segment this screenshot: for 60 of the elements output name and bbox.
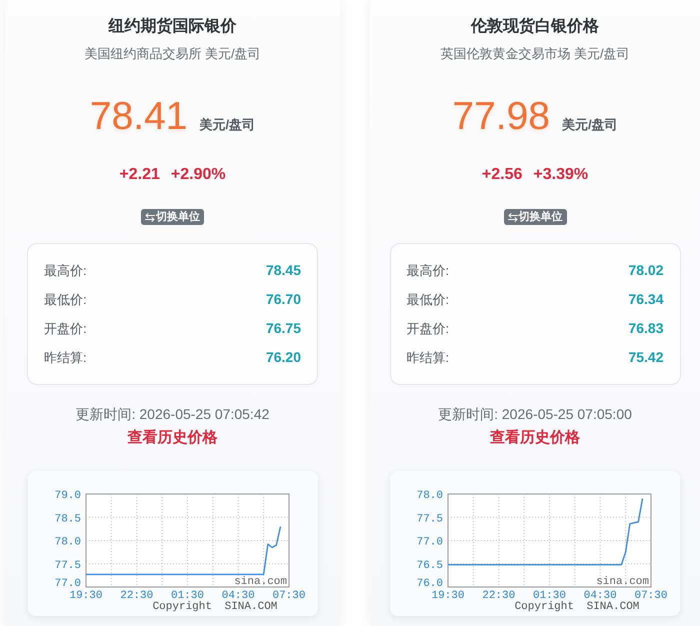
x-axis-label: 19:30 [69,590,102,602]
stat-value: 78.02 [628,261,664,280]
switch-unit-button[interactable]: 切换单位 [504,209,566,225]
stat-label: 昨结算: [44,348,87,367]
x-axis-label: 04:30 [584,590,617,602]
price-unit: 美元/盘司 [199,116,256,134]
y-axis-label: 78.5 [54,513,80,526]
card-subtitle: 美国纽约商品交易所 美元/盘司 [84,45,261,63]
x-axis-label: 19:30 [432,590,464,602]
update-time: 更新时间: 2026-05-25 07:05:42 [76,405,270,424]
switch-unit-button[interactable]: 切换单位 [141,209,204,225]
x-axis-label: 01:30 [170,590,204,602]
copyright-text: Copyright SINA.COM [152,601,277,613]
stat-value: 76.34 [628,290,664,309]
stat-label: 最低价: [406,290,450,309]
percent-change: +3.39% [533,165,588,185]
y-axis-label: 79.0 [54,490,80,502]
x-axis-label: 22:30 [482,590,516,602]
price-change: +2.21 [119,165,160,185]
y-axis-label: 77.5 [416,513,443,526]
stat-value: 78.45 [266,261,301,280]
y-axis-label: 77.5 [54,560,80,572]
copyright-text: Copyright SINA.COM [514,601,640,613]
swap-arrows-icon [145,212,155,222]
percent-change: +2.90% [170,165,226,185]
x-axis-label: 07:30 [634,590,668,602]
card-subtitle: 英国伦敦黄金交易市场 美元/盘司 [440,45,630,63]
card-title: 纽约期货国际银价 [108,16,236,37]
x-axis-label: 07:30 [272,590,305,602]
swap-arrows-icon [508,212,518,222]
stat-value: 76.83 [628,319,664,338]
x-axis-label: 01:30 [533,590,566,602]
history-link[interactable]: 查看历史价格 [490,427,580,449]
y-axis-label: 77.0 [54,578,80,590]
stat-label: 开盘价: [44,320,87,338]
price-value: 77.98 [452,94,550,140]
stat-label: 开盘价: [406,320,450,338]
price-change: +2.56 [482,165,522,185]
card-title: 伦敦现货白银价格 [471,16,599,37]
stat-value: 76.75 [266,319,301,338]
stat-value: 76.20 [266,348,301,367]
price-value: 78.41 [90,94,188,140]
stat-label: 最高价: [44,262,87,280]
stat-value: 76.70 [266,290,301,309]
update-time: 更新时间: 2026-05-25 07:05:00 [438,405,632,424]
x-axis-label: 22:30 [120,590,153,602]
y-axis-label: 78.0 [416,490,443,502]
y-axis-label: 78.0 [54,536,80,548]
y-axis-label: 76.0 [416,578,443,590]
plot-label: sina.com [234,576,286,588]
y-axis-label: 76.5 [416,560,443,572]
y-axis-label: 77.0 [416,536,443,548]
stat-value: 75.42 [628,348,664,367]
plot-label: sina.com [596,576,649,588]
stat-label: 最高价: [406,262,450,280]
stat-label: 最低价: [44,290,87,309]
price-unit: 美元/盘司 [562,116,618,134]
x-axis-label: 04:30 [221,590,254,602]
history-link[interactable]: 查看历史价格 [128,427,218,449]
stat-label: 昨结算: [406,348,450,367]
